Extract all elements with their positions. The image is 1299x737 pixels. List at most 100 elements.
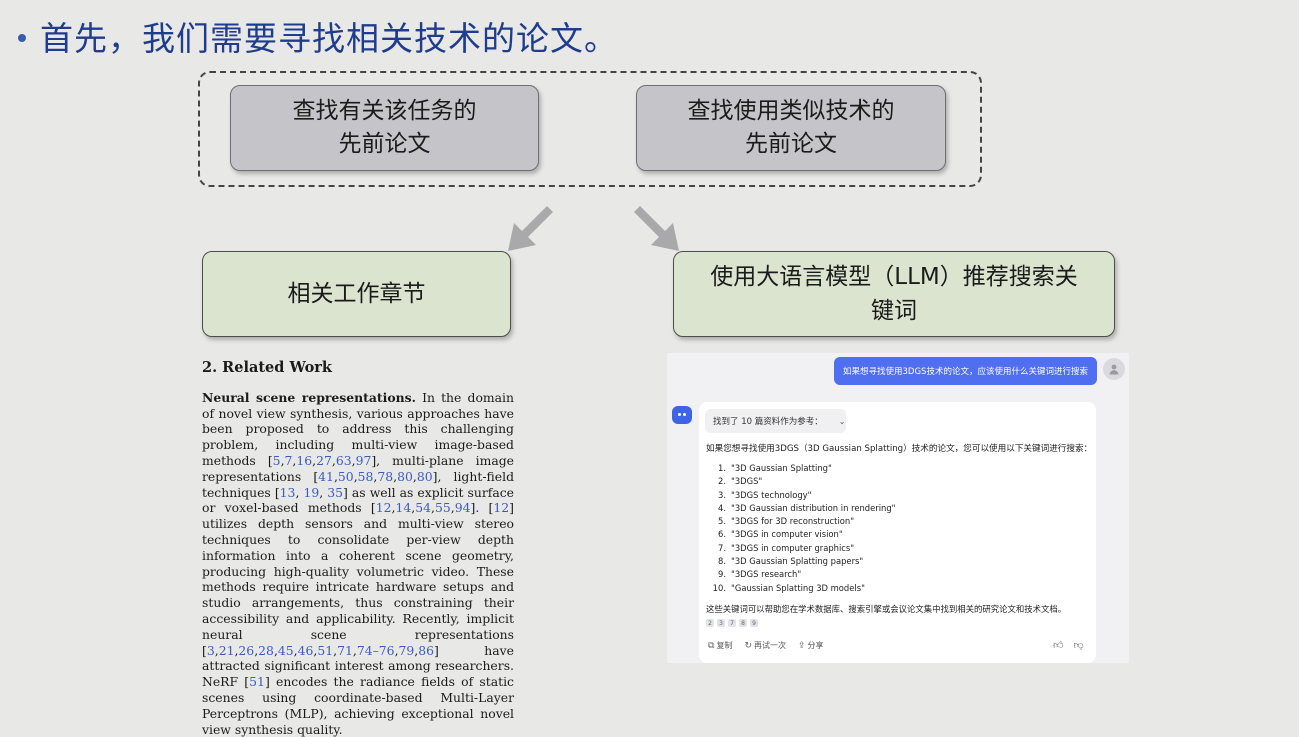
- keyword-text: "3DGS in computer vision": [731, 529, 843, 540]
- keyword-number: 1.: [718, 463, 726, 473]
- keyword-number: 7.: [718, 542, 726, 553]
- citation-link[interactable]: 27: [316, 453, 332, 468]
- reply-intro: 如果您想寻找使用3DGS（3D Gaussian Splatting）技术的论文…: [706, 444, 1093, 454]
- prior-tech-line2: 先前论文: [745, 131, 837, 157]
- sources-label: 找到了 10 篇资料作为参考：: [713, 417, 823, 427]
- citation-link[interactable]: 80: [417, 469, 433, 484]
- keyword-list-item: 6. "3DGS in computer vision": [712, 528, 896, 541]
- citation-link[interactable]: 79: [399, 643, 415, 658]
- reference-chips: 23789: [706, 619, 758, 627]
- prior-task-line1: 查找有关该任务的: [292, 98, 477, 124]
- keyword-list: 1. "3D Gaussian Splatting" 2. "3DGS" 3. "3DGS…: [712, 462, 896, 595]
- citation-link[interactable]: 19: [303, 485, 319, 500]
- copy-label: 复制: [716, 641, 733, 650]
- user-message-text: 如果想寻找使用3DGS技术的论文，应该使用什么关键词进行搜索: [843, 367, 1088, 377]
- keyword-list-item: 7. "3DGS in computer graphics": [712, 542, 896, 555]
- citation-link[interactable]: 14: [396, 500, 412, 515]
- keyword-list-item: 3. "3DGS technology": [712, 489, 896, 502]
- citation-link[interactable]: 21: [219, 643, 235, 658]
- keyword-number: 4.: [718, 502, 726, 513]
- citation-link[interactable]: 5: [273, 453, 281, 468]
- citation-link[interactable]: 80: [397, 469, 413, 484]
- keyword-text: "3DGS for 3D reconstruction": [731, 516, 855, 527]
- reply-outro: 这些关键词可以帮助您在学术数据库、搜索引擎或会议论文集中找到相关的研究论文和技术…: [706, 604, 1067, 614]
- related-work-label: 相关工作章节: [287, 281, 426, 307]
- keyword-list-item: 4. "3D Gaussian distribution in rendering…: [712, 502, 896, 515]
- reference-chip[interactable]: 7: [728, 619, 736, 627]
- reference-chip[interactable]: 8: [739, 619, 747, 627]
- citation-link[interactable]: 46: [298, 643, 314, 658]
- keyword-text: "3D Gaussian distribution in rendering": [731, 502, 896, 513]
- slide-heading: 首先，我们需要寻找相关技术的论文。: [18, 12, 618, 60]
- citation-link[interactable]: 86: [418, 643, 434, 658]
- sources-dropdown[interactable]: 找到了 10 篇资料作为参考： ⌄: [705, 409, 846, 433]
- keyword-list-item: 10. "Gaussian Splatting 3D models": [712, 582, 896, 595]
- share-label: 分享: [807, 641, 824, 650]
- keyword-text: "3DGS in computer graphics": [731, 542, 855, 553]
- paper-section-title: 2. Related Work: [202, 359, 332, 376]
- citation-link[interactable]: 50: [338, 469, 354, 484]
- paper-text: ] utilizes depth sensors and multi-view …: [202, 500, 515, 658]
- refresh-icon: ↻: [744, 641, 752, 651]
- keyword-list-item: 9. "3DGS research": [712, 568, 896, 581]
- keyword-text: "3DGS research": [731, 569, 802, 580]
- reference-chip[interactable]: 9: [750, 619, 758, 627]
- keyword-number: 5.: [718, 516, 726, 527]
- citation-link[interactable]: 28: [258, 643, 274, 658]
- thumbs-down-icon[interactable]: 👎︎: [1073, 639, 1083, 651]
- reference-chip[interactable]: 2: [706, 619, 714, 627]
- keyword-number: 3.: [718, 489, 726, 500]
- llm-keywords-box: 使用大语言模型（LLM）推荐搜索关 键词: [673, 251, 1115, 337]
- llm-line2: 键词: [870, 298, 917, 324]
- citation-link[interactable]: 51: [249, 674, 265, 689]
- citation-link[interactable]: 12: [376, 500, 392, 515]
- thumbs-up-icon[interactable]: 👍︎: [1053, 639, 1063, 651]
- citation-link[interactable]: 63: [336, 453, 352, 468]
- keyword-number: 6.: [718, 529, 726, 540]
- llm-line1: 使用大语言模型（LLM）推荐搜索关: [710, 264, 1078, 290]
- paper-text: ]. [: [470, 500, 494, 516]
- keyword-number: 8.: [718, 556, 726, 567]
- citation-link[interactable]: 35: [327, 485, 343, 500]
- citation-link[interactable]: 13: [280, 485, 296, 500]
- regenerate-button[interactable]: ↻ 再试一次: [744, 640, 786, 651]
- citation-link[interactable]: 12: [493, 500, 509, 515]
- paper-paragraph: Neural scene representations. In the dom…: [202, 389, 515, 737]
- citation-link[interactable]: 45: [278, 643, 294, 658]
- keyword-text: "3D Gaussian Splatting papers": [731, 556, 864, 567]
- reference-chip[interactable]: 3: [717, 619, 725, 627]
- citation-link[interactable]: 41: [318, 469, 334, 484]
- related-work-section-box: 相关工作章节: [202, 251, 511, 337]
- user-avatar: [1103, 358, 1125, 380]
- citation-link[interactable]: 51: [317, 643, 333, 658]
- citation-link[interactable]: 97: [356, 453, 372, 468]
- feedback-buttons: 👍︎ 👎︎: [1053, 639, 1084, 651]
- prior-tech-line1: 查找使用类似技术的: [687, 98, 895, 124]
- citation-link[interactable]: 26: [238, 643, 254, 658]
- bullet-dot: [18, 33, 26, 42]
- citation-link[interactable]: 16: [296, 453, 312, 468]
- keyword-text: "3DGS": [731, 476, 763, 487]
- paper-excerpt: 2. Related Work Neural scene representat…: [202, 360, 514, 737]
- copy-icon: ⧉: [708, 641, 715, 651]
- keyword-text: "3DGS technology": [731, 489, 812, 500]
- user-icon: [1109, 364, 1119, 375]
- citation-link[interactable]: 55: [435, 500, 451, 515]
- keyword-list-item: 5. "3DGS for 3D reconstruction": [712, 515, 896, 528]
- prior-task-line2: 先前论文: [338, 131, 431, 157]
- citation-link[interactable]: 7: [285, 453, 293, 468]
- citation-link[interactable]: 71: [337, 643, 353, 658]
- citation-link[interactable]: 74–76: [357, 643, 395, 658]
- citation-link[interactable]: 54: [415, 500, 431, 515]
- share-button[interactable]: ⇪ 分享: [798, 640, 824, 651]
- citation-link[interactable]: 3: [207, 643, 215, 658]
- chevron-down-icon: ⌄: [838, 416, 846, 426]
- copy-button[interactable]: ⧉ 复制: [708, 640, 732, 651]
- keyword-list-item: 2. "3DGS": [712, 475, 896, 488]
- citation-link[interactable]: 58: [358, 469, 374, 484]
- citation-link[interactable]: 94: [455, 500, 471, 515]
- prior-technique-papers-box: 查找使用类似技术的 先前论文: [636, 85, 946, 171]
- regenerate-label: 再试一次: [753, 641, 786, 650]
- share-icon: ⇪: [797, 641, 806, 651]
- citation-link[interactable]: 78: [377, 469, 393, 484]
